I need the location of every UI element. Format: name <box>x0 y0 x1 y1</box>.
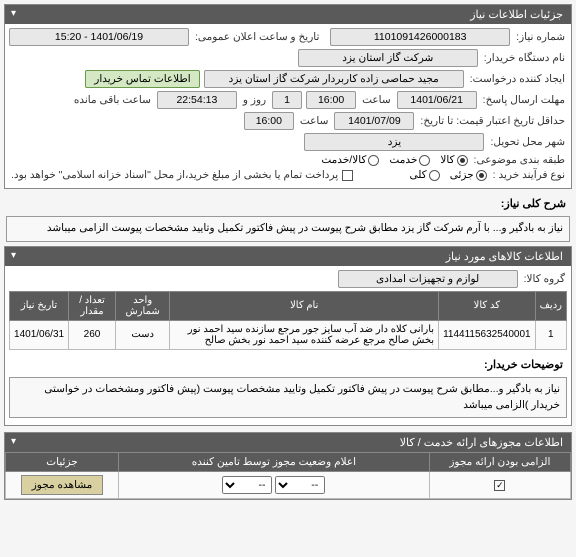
collapse-icon[interactable]: ▾ <box>11 8 16 19</box>
radio-full[interactable]: کلی <box>409 169 439 181</box>
day-label: روز و <box>241 94 268 106</box>
buyer-notes-text: نیاز به بادگیر و...مطابق شرح پیوست در پی… <box>9 377 567 419</box>
category-label: طبقه بندی موضوعی: <box>472 154 567 166</box>
deadline-time-value: 16:00 <box>306 91 356 109</box>
radio-full-label: کلی <box>409 169 426 181</box>
radio-dot-icon <box>419 155 430 166</box>
cell-details: مشاهده مجوز <box>6 472 119 499</box>
treasury-checkbox[interactable]: پرداخت تمام یا بخشی از مبلغ خرید،از محل … <box>9 169 353 181</box>
collapse-icon[interactable]: ▾ <box>11 436 16 447</box>
cell-row: 1 <box>535 320 566 349</box>
checkbox-icon <box>342 170 353 181</box>
col-code: کد کالا <box>439 291 536 320</box>
status-select[interactable]: -- <box>275 476 325 494</box>
cell-name: بارانی کلاه دار ضد آب سایز جور مرجع سازن… <box>170 320 439 349</box>
buyer-label: نام دستگاه خریدار: <box>482 52 567 64</box>
announce-date-value: 1401/06/19 - 15:20 <box>9 28 189 46</box>
radio-commodity-label: کالا <box>440 154 454 166</box>
col-unit: واحد شمارش <box>115 291 169 320</box>
goods-panel: اطلاعات کالاهای مورد نیاز ▾ گروه کالا: ل… <box>4 246 572 427</box>
cell-status: -- -- <box>119 472 430 499</box>
radio-partial-label: جزئی <box>450 169 474 181</box>
time-label-2: ساعت <box>298 115 331 127</box>
cell-code: 1144115632540001 <box>439 320 536 349</box>
auth-table: الزامی بودن ارائه مجوز اعلام وضعیت مجوز … <box>5 452 571 499</box>
col-details: جزئیات <box>6 453 119 472</box>
cell-date: 1401/06/31 <box>10 320 69 349</box>
group-value: لوازم و تجهیزات امدادی <box>338 270 518 288</box>
panel-title: اطلاعات کالاهای مورد نیاز <box>446 251 563 263</box>
radio-both[interactable]: کالا/خدمت <box>321 154 379 166</box>
panel-header-goods[interactable]: اطلاعات کالاهای مورد نیاز ▾ <box>5 247 571 266</box>
announce-date-label: تاریخ و ساعت اعلان عمومی: <box>193 31 321 43</box>
buyer-value: شرکت گاز استان یزد <box>298 49 478 67</box>
col-name: نام کالا <box>170 291 439 320</box>
view-auth-button[interactable]: مشاهده مجوز <box>21 475 104 495</box>
deliver-city-label: شهر محل تحویل: <box>488 136 567 148</box>
col-date: تاریخ نیاز <box>10 291 69 320</box>
purchase-type-group: جزئی کلی <box>409 169 486 181</box>
requester-label: ایجاد کننده درخواست: <box>468 73 567 85</box>
purchase-note: پرداخت تمام یا بخشی از مبلغ خرید،از محل … <box>9 169 340 181</box>
table-row: -- -- مشاهده مجوز <box>6 472 571 499</box>
radio-partial[interactable]: جزئی <box>450 169 487 181</box>
requester-value: مجید حماصی زاده کاربردار شرکت گاز استان … <box>204 70 464 88</box>
need-no-label: شماره نیاز: <box>514 31 567 43</box>
radio-commodity[interactable]: کالا <box>440 154 467 166</box>
buyer-notes-label: توضیحات خریدار: <box>480 356 567 373</box>
panel-header-details[interactable]: جزئیات اطلاعات نیاز ▾ <box>5 5 571 24</box>
goods-table: ردیف کد کالا نام کالا واحد شمارش تعداد /… <box>9 291 567 350</box>
col-required: الزامی بودن ارائه مجوز <box>429 453 570 472</box>
radio-dot-icon <box>476 170 487 181</box>
col-status: اعلام وضعیت مجوز توسط تامین کننده <box>119 453 430 472</box>
col-row: ردیف <box>535 291 566 320</box>
panel-title: جزئیات اطلاعات نیاز <box>470 9 563 21</box>
need-no-value: 1101091426000183 <box>330 28 510 46</box>
panel-header-auth[interactable]: اطلاعات مجوزهای ارائه خدمت / کالا ▾ <box>5 433 571 452</box>
deliver-city-value: یزد <box>304 133 484 151</box>
time-label-1: ساعت <box>360 94 393 106</box>
group-label: گروه کالا: <box>522 273 567 285</box>
col-qty: تعداد / مقدار <box>69 291 116 320</box>
status-select-2[interactable]: -- <box>222 476 272 494</box>
deadline-date-value: 1401/06/21 <box>397 91 477 109</box>
summary-title: شرح کلی نیاز: <box>497 195 570 212</box>
required-checkbox-icon <box>494 480 505 491</box>
purchase-type-label: نوع فرآیند خرید : <box>491 169 567 181</box>
deadline-label: مهلت ارسال پاسخ: <box>481 94 567 106</box>
summary-text: نیاز به بادگیر و... با آرم شرکت گاز یزد … <box>6 216 570 242</box>
cell-unit: دست <box>115 320 169 349</box>
need-details-panel: جزئیات اطلاعات نیاز ▾ شماره نیاز: 110109… <box>4 4 572 189</box>
cell-qty: 260 <box>69 320 116 349</box>
contact-buyer-button[interactable]: اطلاعات تماس خریدار <box>85 70 199 88</box>
radio-dot-icon <box>429 170 440 181</box>
radio-service-label: خدمت <box>389 154 417 166</box>
valid-label: حداقل تاریخ اعتبار قیمت: تا تاریخ: <box>418 115 567 127</box>
radio-dot-icon <box>457 155 468 166</box>
auth-panel: اطلاعات مجوزهای ارائه خدمت / کالا ▾ الزا… <box>4 432 572 500</box>
valid-time-value: 16:00 <box>244 112 294 130</box>
radio-service[interactable]: خدمت <box>389 154 430 166</box>
category-radio-group: کالا خدمت کالا/خدمت <box>321 154 467 166</box>
radio-dot-icon <box>368 155 379 166</box>
remain-time-value: 22:54:13 <box>157 91 237 109</box>
day-value: 1 <box>272 91 302 109</box>
table-row[interactable]: 1 1144115632540001 بارانی کلاه دار ضد آب… <box>10 320 567 349</box>
panel-title: اطلاعات مجوزهای ارائه خدمت / کالا <box>400 437 563 449</box>
radio-both-label: کالا/خدمت <box>321 154 366 166</box>
valid-date-value: 1401/07/09 <box>334 112 414 130</box>
remain-label: ساعت باقی مانده <box>72 94 153 106</box>
collapse-icon[interactable]: ▾ <box>11 250 16 261</box>
cell-required <box>429 472 570 499</box>
